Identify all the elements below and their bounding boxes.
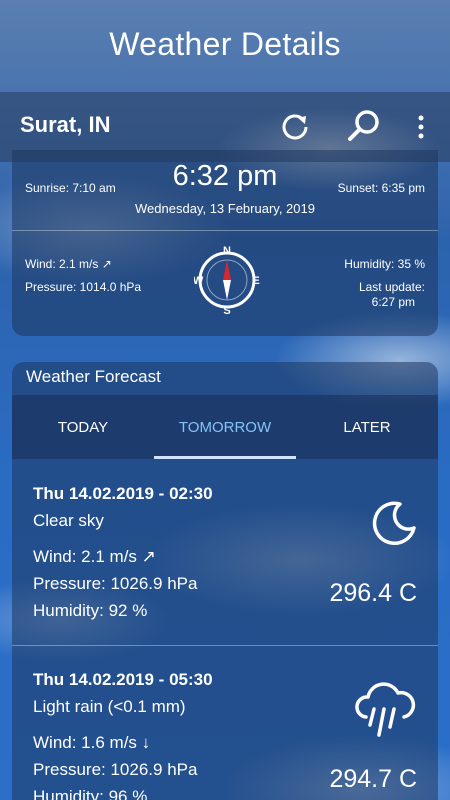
entry-wind: Wind: 1.6 m/s ↓ — [33, 733, 151, 752]
entry-condition: Light rain (<0.1 mm) — [33, 697, 186, 716]
tab-later[interactable]: LATER — [296, 395, 438, 459]
tab-today[interactable]: TODAY — [12, 395, 154, 459]
entry-temperature: 294.7 C — [329, 765, 417, 793]
refresh-icon[interactable] — [278, 110, 312, 144]
more-vert-icon[interactable] — [414, 114, 428, 140]
entry-condition: Clear sky — [33, 511, 104, 530]
entry-datetime: Thu 14.02.2019 - 02:30 — [33, 484, 213, 503]
forecast-title: Weather Forecast — [26, 367, 161, 386]
entry-humidity: Humidity: 96 % — [33, 787, 148, 800]
compass-e: E — [252, 275, 259, 287]
rain-cloud-icon — [355, 682, 416, 737]
city-label: Surat, IN — [20, 112, 111, 137]
compass-n: N — [223, 245, 231, 257]
pressure-label: Pressure: 1014.0 hPa — [25, 280, 142, 294]
humidity-label: Humidity: 35 % — [344, 257, 425, 271]
forecast-tabs: TODAY TOMORROW LATER — [12, 395, 438, 459]
forecast-entry[interactable]: Thu 14.02.2019 - 02:30 Clear sky Wind: 2… — [12, 459, 438, 645]
entry-wind: Wind: 2.1 m/s ↗ — [33, 547, 156, 566]
entry-temperature: 296.4 C — [329, 579, 417, 607]
last-update-label: Last update: — [358, 280, 425, 294]
entry-datetime: Thu 14.02.2019 - 05:30 — [33, 670, 213, 689]
entry-humidity: Humidity: 92 % — [33, 601, 148, 620]
page-title: Weather Details — [109, 25, 341, 62]
forecast-entry[interactable]: Thu 14.02.2019 - 05:30 Light rain (<0.1 … — [12, 645, 438, 800]
title-bar: Weather Details — [0, 0, 450, 92]
search-icon[interactable] — [346, 108, 382, 144]
compass-w: W — [194, 275, 204, 287]
tab-tomorrow[interactable]: TOMORROW — [154, 395, 296, 459]
current-date: Wednesday, 13 February, 2019 — [135, 201, 315, 216]
compass-s: S — [223, 305, 230, 316]
last-update-time: 6:27 pm — [371, 295, 415, 309]
divider — [12, 230, 438, 231]
entry-pressure: Pressure: 1026.9 hPa — [33, 760, 198, 779]
compass-icon: N S E W — [194, 245, 260, 316]
current-weather-card: Sunrise: 7:10 am 6:32 pm Sunset: 6:35 pm… — [12, 150, 438, 336]
wind-label: Wind: 2.1 m/s ↗ — [25, 257, 112, 271]
entry-pressure: Pressure: 1026.9 hPa — [33, 574, 198, 593]
forecast-card: Weather Forecast TODAY TOMORROW LATER Th… — [12, 362, 438, 800]
moon-icon — [372, 501, 416, 545]
sunset-label: Sunset: 6:35 pm — [337, 181, 425, 195]
